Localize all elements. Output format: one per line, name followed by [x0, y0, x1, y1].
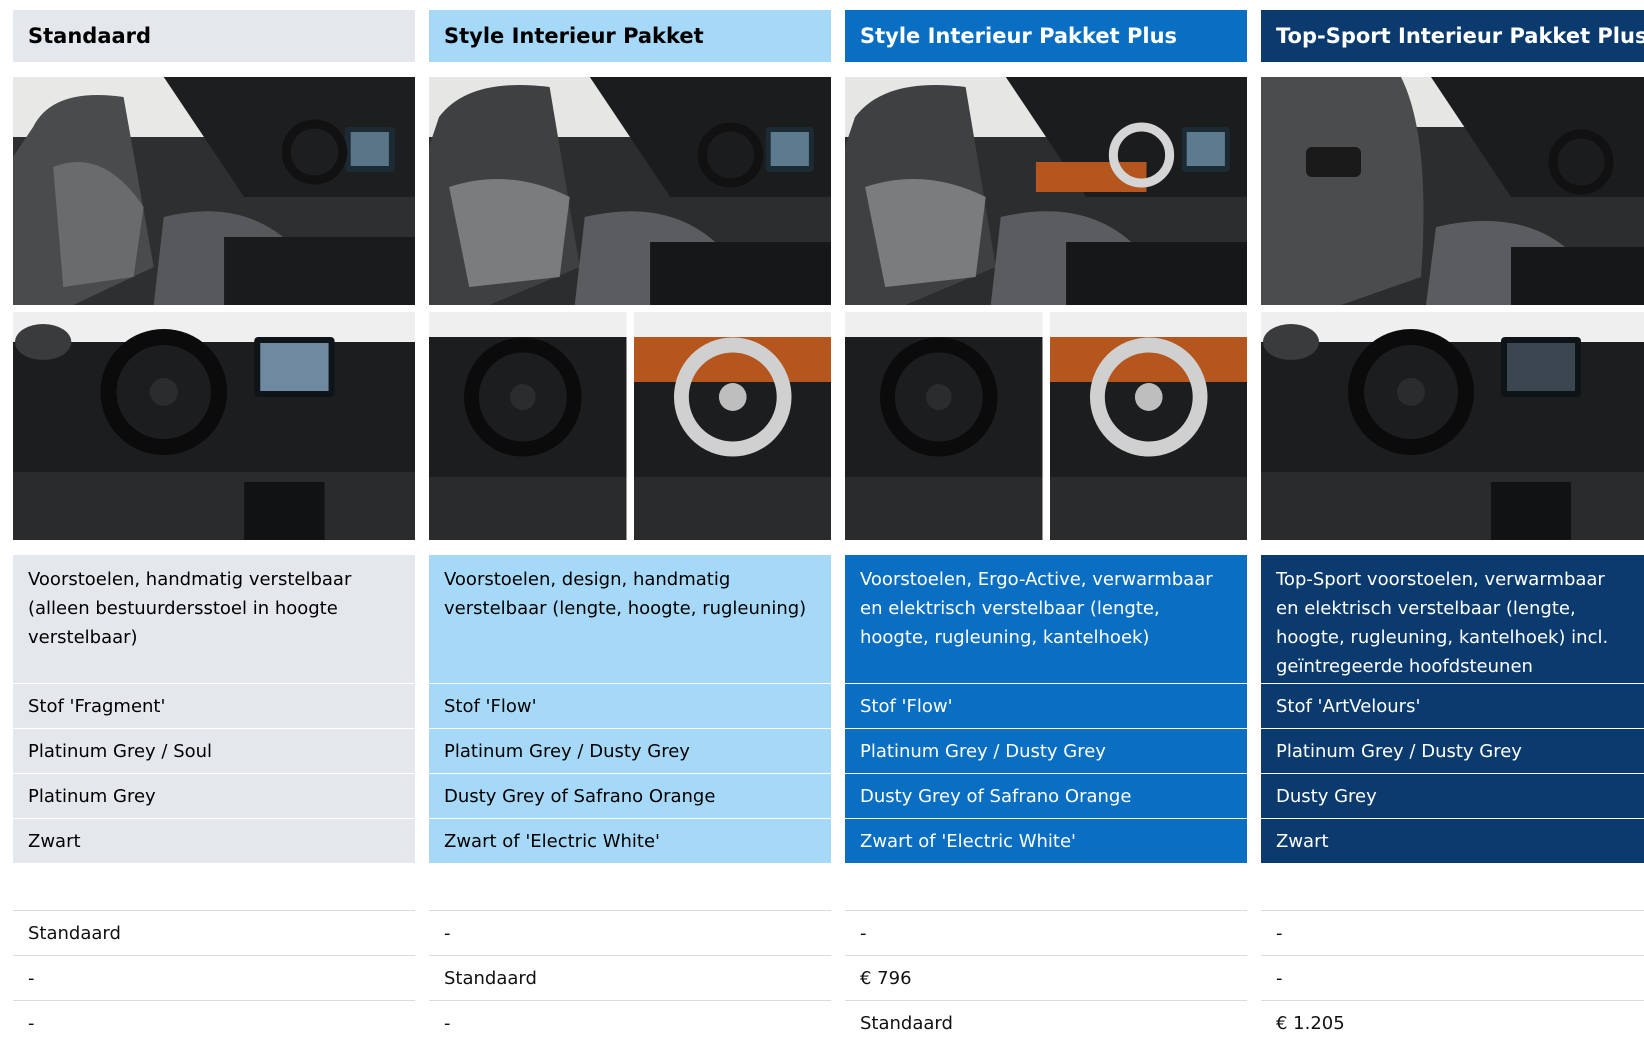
seat-description: Voorstoelen, design, handmatig verstelba… — [444, 569, 807, 619]
dashboard-photos — [845, 312, 1247, 540]
upholstery-value: Stof 'Flow' — [429, 683, 831, 728]
package-title: Style Interieur Pakket — [429, 10, 831, 62]
dash-color-value: Dusty Grey of Safrano Orange — [429, 773, 831, 818]
package-title: Style Interieur Pakket Plus — [845, 10, 1247, 62]
spec-table: Voorstoelen, handmatig verstelbaar (alle… — [13, 555, 415, 863]
price-row-1: - — [845, 910, 1247, 955]
upholstery-value: Stof 'ArtVelours' — [1261, 683, 1644, 728]
spec-table: Voorstoelen, Ergo-Active, verwarmbaar en… — [845, 555, 1247, 863]
upholstery-value: Stof 'Fragment' — [13, 683, 415, 728]
price-row-1: - — [1261, 910, 1644, 955]
dashboard-photo — [13, 312, 415, 540]
steering-color-value: Zwart of 'Electric White' — [845, 818, 1247, 863]
price-row-1: Standaard — [13, 910, 415, 955]
price-row-2: € 796 — [845, 955, 1247, 1000]
steering-color-value: Zwart — [13, 818, 415, 863]
package-title: Top-Sport Interieur Pakket Plus — [1261, 10, 1644, 62]
package-column-style: Style Interieur Pakket Voorstoelen, desi… — [429, 10, 831, 1034]
spec-table: Top-Sport voorstoelen, verwarmbaar en el… — [1261, 555, 1644, 863]
price-row-2: Standaard — [429, 955, 831, 1000]
upholstery-value: Stof 'Flow' — [845, 683, 1247, 728]
color-combo-value: Platinum Grey / Dusty Grey — [429, 728, 831, 773]
dash-color-value: Dusty Grey of Safrano Orange — [845, 773, 1247, 818]
seat-description: Top-Sport voorstoelen, verwarmbaar en el… — [1276, 569, 1609, 677]
dash-color-value: Dusty Grey — [1261, 773, 1644, 818]
package-title: Standaard — [13, 10, 415, 62]
package-column-style-plus: Style Interieur Pakket Plus Voorstoelen,… — [845, 10, 1247, 1034]
steering-color-value: Zwart of 'Electric White' — [429, 818, 831, 863]
price-row-2: - — [13, 955, 415, 1000]
seat-photo — [13, 77, 415, 305]
dash-color-value: Platinum Grey — [13, 773, 415, 818]
seat-description: Voorstoelen, handmatig verstelbaar (alle… — [28, 569, 352, 648]
seat-photo — [429, 77, 831, 305]
price-row-3: Standaard — [845, 1000, 1247, 1045]
dashboard-photo — [1261, 312, 1644, 540]
price-row-3: € 1.205 — [1261, 1000, 1644, 1045]
price-row-3: - — [13, 1000, 415, 1045]
price-row-3: - — [429, 1000, 831, 1045]
seat-photo — [845, 77, 1247, 305]
color-combo-value: Platinum Grey / Soul — [13, 728, 415, 773]
color-combo-value: Platinum Grey / Dusty Grey — [845, 728, 1247, 773]
package-column-standaard: Standaard Voorstoelen, handmatig verstel… — [13, 10, 415, 1034]
package-column-top-sport: Top-Sport Interieur Pakket Plus Top-Spor… — [1261, 10, 1644, 1034]
seat-description: Voorstoelen, Ergo-Active, verwarmbaar en… — [860, 569, 1213, 648]
dashboard-photos — [429, 312, 831, 540]
price-row-1: - — [429, 910, 831, 955]
spec-table: Voorstoelen, design, handmatig verstelba… — [429, 555, 831, 863]
seat-photo — [1261, 77, 1644, 305]
color-combo-value: Platinum Grey / Dusty Grey — [1261, 728, 1644, 773]
price-row-2: - — [1261, 955, 1644, 1000]
steering-color-value: Zwart — [1261, 818, 1644, 863]
